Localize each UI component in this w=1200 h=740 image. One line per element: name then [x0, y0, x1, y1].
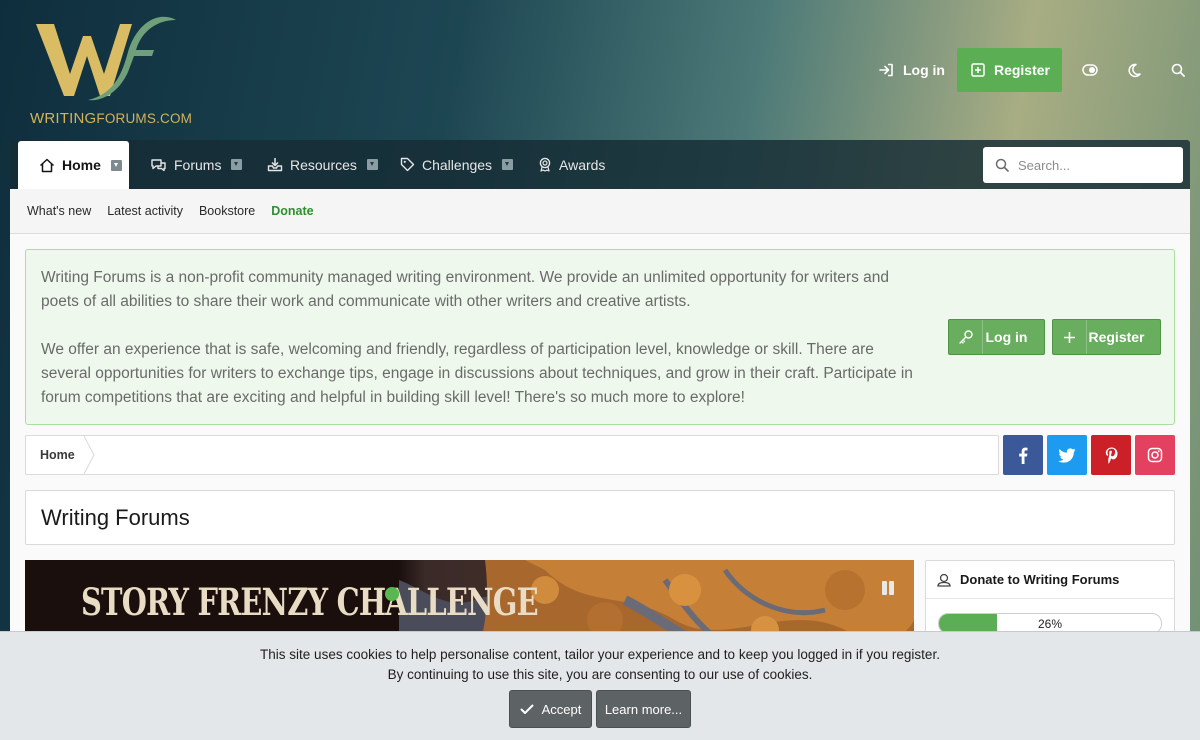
notice-register-button[interactable]: Register: [1052, 319, 1161, 355]
header-register-button[interactable]: Register: [956, 48, 1062, 92]
site-logo[interactable]: WRITINGFORUMS.COM: [28, 12, 192, 128]
tab-home[interactable]: Home: [18, 141, 129, 189]
pinterest-share-button[interactable]: [1091, 435, 1131, 475]
tab-challenges[interactable]: Challenges: [400, 140, 514, 189]
cookie-learn-more-label: Learn more...: [604, 701, 683, 717]
slider-banner-text: STORY FRENZY CHALLENGE: [81, 580, 539, 624]
tab-awards-label: Awards: [559, 156, 606, 173]
cookie-notice: This site uses cookies to help personali…: [0, 631, 1200, 740]
cookie-text-line-1: This site uses cookies to help personali…: [260, 647, 940, 662]
facebook-share-button[interactable]: [1003, 435, 1043, 475]
tab-forums-dropdown-icon[interactable]: [231, 159, 243, 170]
notice-paragraph-1: Writing Forums is a non-profit community…: [41, 269, 889, 310]
comments-icon: [151, 158, 166, 171]
instagram-icon: [1147, 447, 1163, 463]
logo-wordmark: WRITINGFORUMS.COM: [30, 110, 192, 127]
main-navbar: Home Forums Resources Challenges Awards …: [10, 140, 1190, 189]
award-icon: [539, 157, 551, 172]
logo-wf-icon: [36, 16, 176, 101]
tab-challenges-label: Challenges: [422, 156, 493, 173]
search-icon: [995, 158, 1009, 172]
tab-challenges-dropdown-icon[interactable]: [502, 159, 514, 170]
instagram-share-button[interactable]: [1135, 435, 1175, 475]
subnav-donate[interactable]: Donate: [271, 204, 313, 218]
tab-home-label: Home: [62, 157, 101, 173]
twitter-icon: [1058, 447, 1076, 463]
pinterest-icon: [1105, 447, 1117, 464]
notice-paragraph-2: We offer an experience that is safe, wel…: [41, 341, 913, 406]
welcome-notice: Writing Forums is a non-profit community…: [25, 249, 1175, 425]
toggle-icon: [1082, 64, 1098, 76]
header-login-link[interactable]: Log in: [867, 48, 957, 92]
moon-icon: [1128, 63, 1141, 77]
page-title: Writing Forums: [41, 505, 190, 530]
cookie-learn-more-button[interactable]: Learn more...: [596, 690, 691, 728]
sign-in-icon: [879, 63, 893, 77]
breadcrumb-home[interactable]: Home: [26, 436, 93, 474]
site-header: WRITINGFORUMS.COM Log in Register: [0, 0, 1200, 140]
subnav-latest-activity[interactable]: Latest activity: [107, 204, 183, 218]
twitter-share-button[interactable]: [1047, 435, 1087, 475]
download-tray-icon: [267, 158, 283, 172]
check-icon: [520, 704, 534, 714]
header-actions: Log in Register: [867, 48, 1200, 92]
subnav-whats-new[interactable]: What's new: [27, 204, 91, 218]
header-login-label: Log in: [902, 62, 945, 78]
tab-resources[interactable]: Resources: [267, 140, 378, 189]
tab-awards[interactable]: Awards: [538, 140, 605, 189]
tab-resources-label: Resources: [290, 156, 357, 173]
cookie-accept-button[interactable]: Accept: [509, 690, 592, 728]
tab-forums[interactable]: Forums: [150, 140, 243, 189]
notice-login-button[interactable]: Log in: [948, 319, 1045, 355]
cookie-text-line-2: By continuing to use this site, you are …: [387, 667, 813, 682]
tag-icon: [400, 157, 415, 172]
breadcrumb-separator: [84, 436, 95, 474]
breadcrumb: Home: [25, 435, 999, 475]
tab-home-dropdown-icon[interactable]: [110, 159, 122, 171]
plus-square-icon: [971, 63, 985, 77]
donate-widget-header: Donate to Writing Forums: [926, 561, 1174, 599]
dark-mode-button[interactable]: [1112, 48, 1156, 92]
pause-icon[interactable]: [880, 580, 896, 596]
home-icon: [39, 158, 55, 172]
key-icon: [949, 320, 983, 354]
notice-login-label: Log in: [985, 329, 1028, 345]
facebook-icon: [1019, 447, 1028, 464]
logo-text-suffix: FORUMS.COM: [96, 111, 193, 126]
subnav-bookstore[interactable]: Bookstore: [199, 204, 255, 218]
plus-icon: [1053, 320, 1087, 354]
header-register-label: Register: [993, 62, 1050, 78]
search-icon: [1171, 63, 1185, 77]
nav-search-input[interactable]: Search...: [983, 147, 1183, 183]
donate-icon: [937, 573, 951, 587]
tab-resources-dropdown-icon[interactable]: [366, 159, 378, 170]
logo-text-prefix: WRITING: [30, 110, 97, 127]
tab-forums-label: Forums: [174, 156, 222, 173]
slider-indicator[interactable]: [385, 587, 399, 601]
header-search-button[interactable]: [1156, 48, 1200, 92]
cookie-accept-label: Accept: [541, 701, 582, 717]
notice-register-label: Register: [1088, 329, 1145, 345]
sub-navigation: What's new Latest activity Bookstore Don…: [10, 189, 1190, 234]
search-placeholder: Search...: [1018, 157, 1071, 173]
donate-widget-title: Donate to Writing Forums: [960, 572, 1120, 587]
page-title-block: Writing Forums: [25, 490, 1175, 545]
style-toggle-button[interactable]: [1068, 48, 1112, 92]
